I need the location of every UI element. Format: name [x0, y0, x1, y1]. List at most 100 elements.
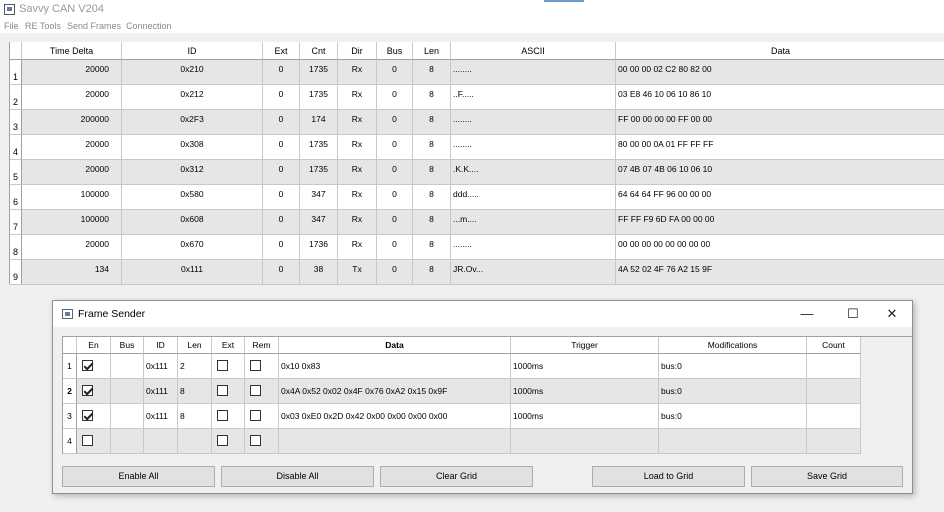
cell-data[interactable]: 64 64 64 FF 96 00 00 00: [616, 185, 944, 210]
ext-checkbox[interactable]: [217, 435, 228, 446]
cell-trigger[interactable]: [511, 429, 659, 454]
cell-ext[interactable]: 0: [263, 185, 300, 210]
cell-cnt[interactable]: 1735: [300, 85, 338, 110]
cell-dir[interactable]: Rx: [338, 110, 377, 135]
cell-ext[interactable]: 0: [263, 60, 300, 85]
row-number[interactable]: 8: [10, 235, 22, 260]
cell-ext[interactable]: [212, 379, 245, 404]
cell-len[interactable]: 8: [413, 85, 451, 110]
header-id[interactable]: ID: [122, 42, 263, 60]
cell-ext[interactable]: 0: [263, 210, 300, 235]
cell-len[interactable]: [178, 429, 212, 454]
header-bus[interactable]: Bus: [377, 42, 413, 60]
cell-rem[interactable]: [245, 354, 279, 379]
cell-time[interactable]: 100000: [22, 185, 122, 210]
row-number[interactable]: 4: [10, 135, 22, 160]
load-to-grid-button[interactable]: Load to Grid: [592, 466, 745, 487]
cell-bus[interactable]: [111, 404, 144, 429]
en-checkbox[interactable]: [82, 410, 93, 421]
header-ext[interactable]: Ext: [212, 337, 245, 354]
menu-re-tools[interactable]: RE Tools: [25, 21, 61, 31]
rem-checkbox[interactable]: [250, 410, 261, 421]
row-number[interactable]: 9: [10, 260, 22, 285]
cell-id[interactable]: 0x608: [122, 210, 263, 235]
cell-id[interactable]: 0x580: [122, 185, 263, 210]
cell-rem[interactable]: [245, 404, 279, 429]
cell-id[interactable]: [144, 429, 178, 454]
cell-bus[interactable]: 0: [377, 135, 413, 160]
row-number[interactable]: 2: [63, 379, 77, 404]
cell-bus[interactable]: 0: [377, 60, 413, 85]
cell-len[interactable]: 8: [413, 260, 451, 285]
cell-en[interactable]: [77, 429, 111, 454]
cell-dir[interactable]: Rx: [338, 85, 377, 110]
ext-checkbox[interactable]: [217, 360, 228, 371]
row-number[interactable]: 6: [10, 185, 22, 210]
cell-cnt[interactable]: 1735: [300, 160, 338, 185]
header-count[interactable]: Count: [807, 337, 861, 354]
header-len[interactable]: Len: [178, 337, 212, 354]
cell-dir[interactable]: Rx: [338, 185, 377, 210]
cell-cnt[interactable]: 1735: [300, 135, 338, 160]
cell-len[interactable]: 8: [413, 185, 451, 210]
cell-cnt[interactable]: 174: [300, 110, 338, 135]
cell-count[interactable]: [807, 404, 861, 429]
cell-ext[interactable]: 0: [263, 260, 300, 285]
cell-id[interactable]: 0x312: [122, 160, 263, 185]
cell-len[interactable]: 8: [413, 210, 451, 235]
cell-cnt[interactable]: 347: [300, 210, 338, 235]
header-rem[interactable]: Rem: [245, 337, 279, 354]
cell-ext[interactable]: 0: [263, 160, 300, 185]
cell-cnt[interactable]: 1735: [300, 60, 338, 85]
cell-mods[interactable]: bus:0: [659, 404, 807, 429]
cell-ascii[interactable]: ddd.....: [451, 185, 616, 210]
cell-ext[interactable]: [212, 354, 245, 379]
cell-dir[interactable]: Rx: [338, 235, 377, 260]
menu-connection[interactable]: Connection: [126, 21, 172, 31]
row-number[interactable]: 5: [10, 160, 22, 185]
cell-dir[interactable]: Rx: [338, 60, 377, 85]
cell-time[interactable]: 100000: [22, 210, 122, 235]
cell-len[interactable]: 8: [413, 135, 451, 160]
cell-data[interactable]: FF FF F9 6D FA 00 00 00: [616, 210, 944, 235]
cell-len[interactable]: 8: [413, 235, 451, 260]
rem-checkbox[interactable]: [250, 360, 261, 371]
cell-ascii[interactable]: ........: [451, 110, 616, 135]
cell-ascii[interactable]: ..F.....: [451, 85, 616, 110]
cell-rem[interactable]: [245, 429, 279, 454]
cell-mods[interactable]: bus:0: [659, 379, 807, 404]
header-time-delta[interactable]: Time Delta: [22, 42, 122, 60]
cell-trigger[interactable]: 1000ms: [511, 354, 659, 379]
cell-data[interactable]: 0x03 0xE0 0x2D 0x42 0x00 0x00 0x00 0x00: [279, 404, 511, 429]
cell-data[interactable]: FF 00 00 00 00 FF 00 00: [616, 110, 944, 135]
cell-ascii[interactable]: ........: [451, 135, 616, 160]
cell-dir[interactable]: Rx: [338, 210, 377, 235]
cell-cnt[interactable]: 347: [300, 185, 338, 210]
cell-mods[interactable]: [659, 429, 807, 454]
disable-all-button[interactable]: Disable All: [221, 466, 374, 487]
cell-ascii[interactable]: JR.Ov...: [451, 260, 616, 285]
en-checkbox[interactable]: [82, 360, 93, 371]
cell-bus[interactable]: [111, 354, 144, 379]
cell-ext[interactable]: 0: [263, 110, 300, 135]
cell-id[interactable]: 0x111: [144, 354, 178, 379]
menu-file[interactable]: File: [4, 21, 19, 31]
frame-sender-grid[interactable]: En Bus ID Len Ext Rem Data Trigger Modif…: [62, 336, 912, 454]
cell-bus[interactable]: 0: [377, 260, 413, 285]
cell-ext[interactable]: [212, 429, 245, 454]
cell-dir[interactable]: Tx: [338, 260, 377, 285]
save-grid-button[interactable]: Save Grid: [751, 466, 903, 487]
menu-send-frames[interactable]: Send Frames: [67, 21, 121, 31]
cell-len[interactable]: 8: [413, 160, 451, 185]
cell-len[interactable]: 8: [413, 110, 451, 135]
ext-checkbox[interactable]: [217, 385, 228, 396]
header-trigger[interactable]: Trigger: [511, 337, 659, 354]
cell-ascii[interactable]: ........: [451, 235, 616, 260]
cell-ext[interactable]: [212, 404, 245, 429]
close-icon[interactable]: ✕: [880, 305, 904, 323]
cell-time[interactable]: 20000: [22, 135, 122, 160]
cell-count[interactable]: [807, 379, 861, 404]
cell-id[interactable]: 0x308: [122, 135, 263, 160]
cell-data[interactable]: 4A 52 02 4F 76 A2 15 9F: [616, 260, 944, 285]
cell-len[interactable]: 8: [178, 404, 212, 429]
